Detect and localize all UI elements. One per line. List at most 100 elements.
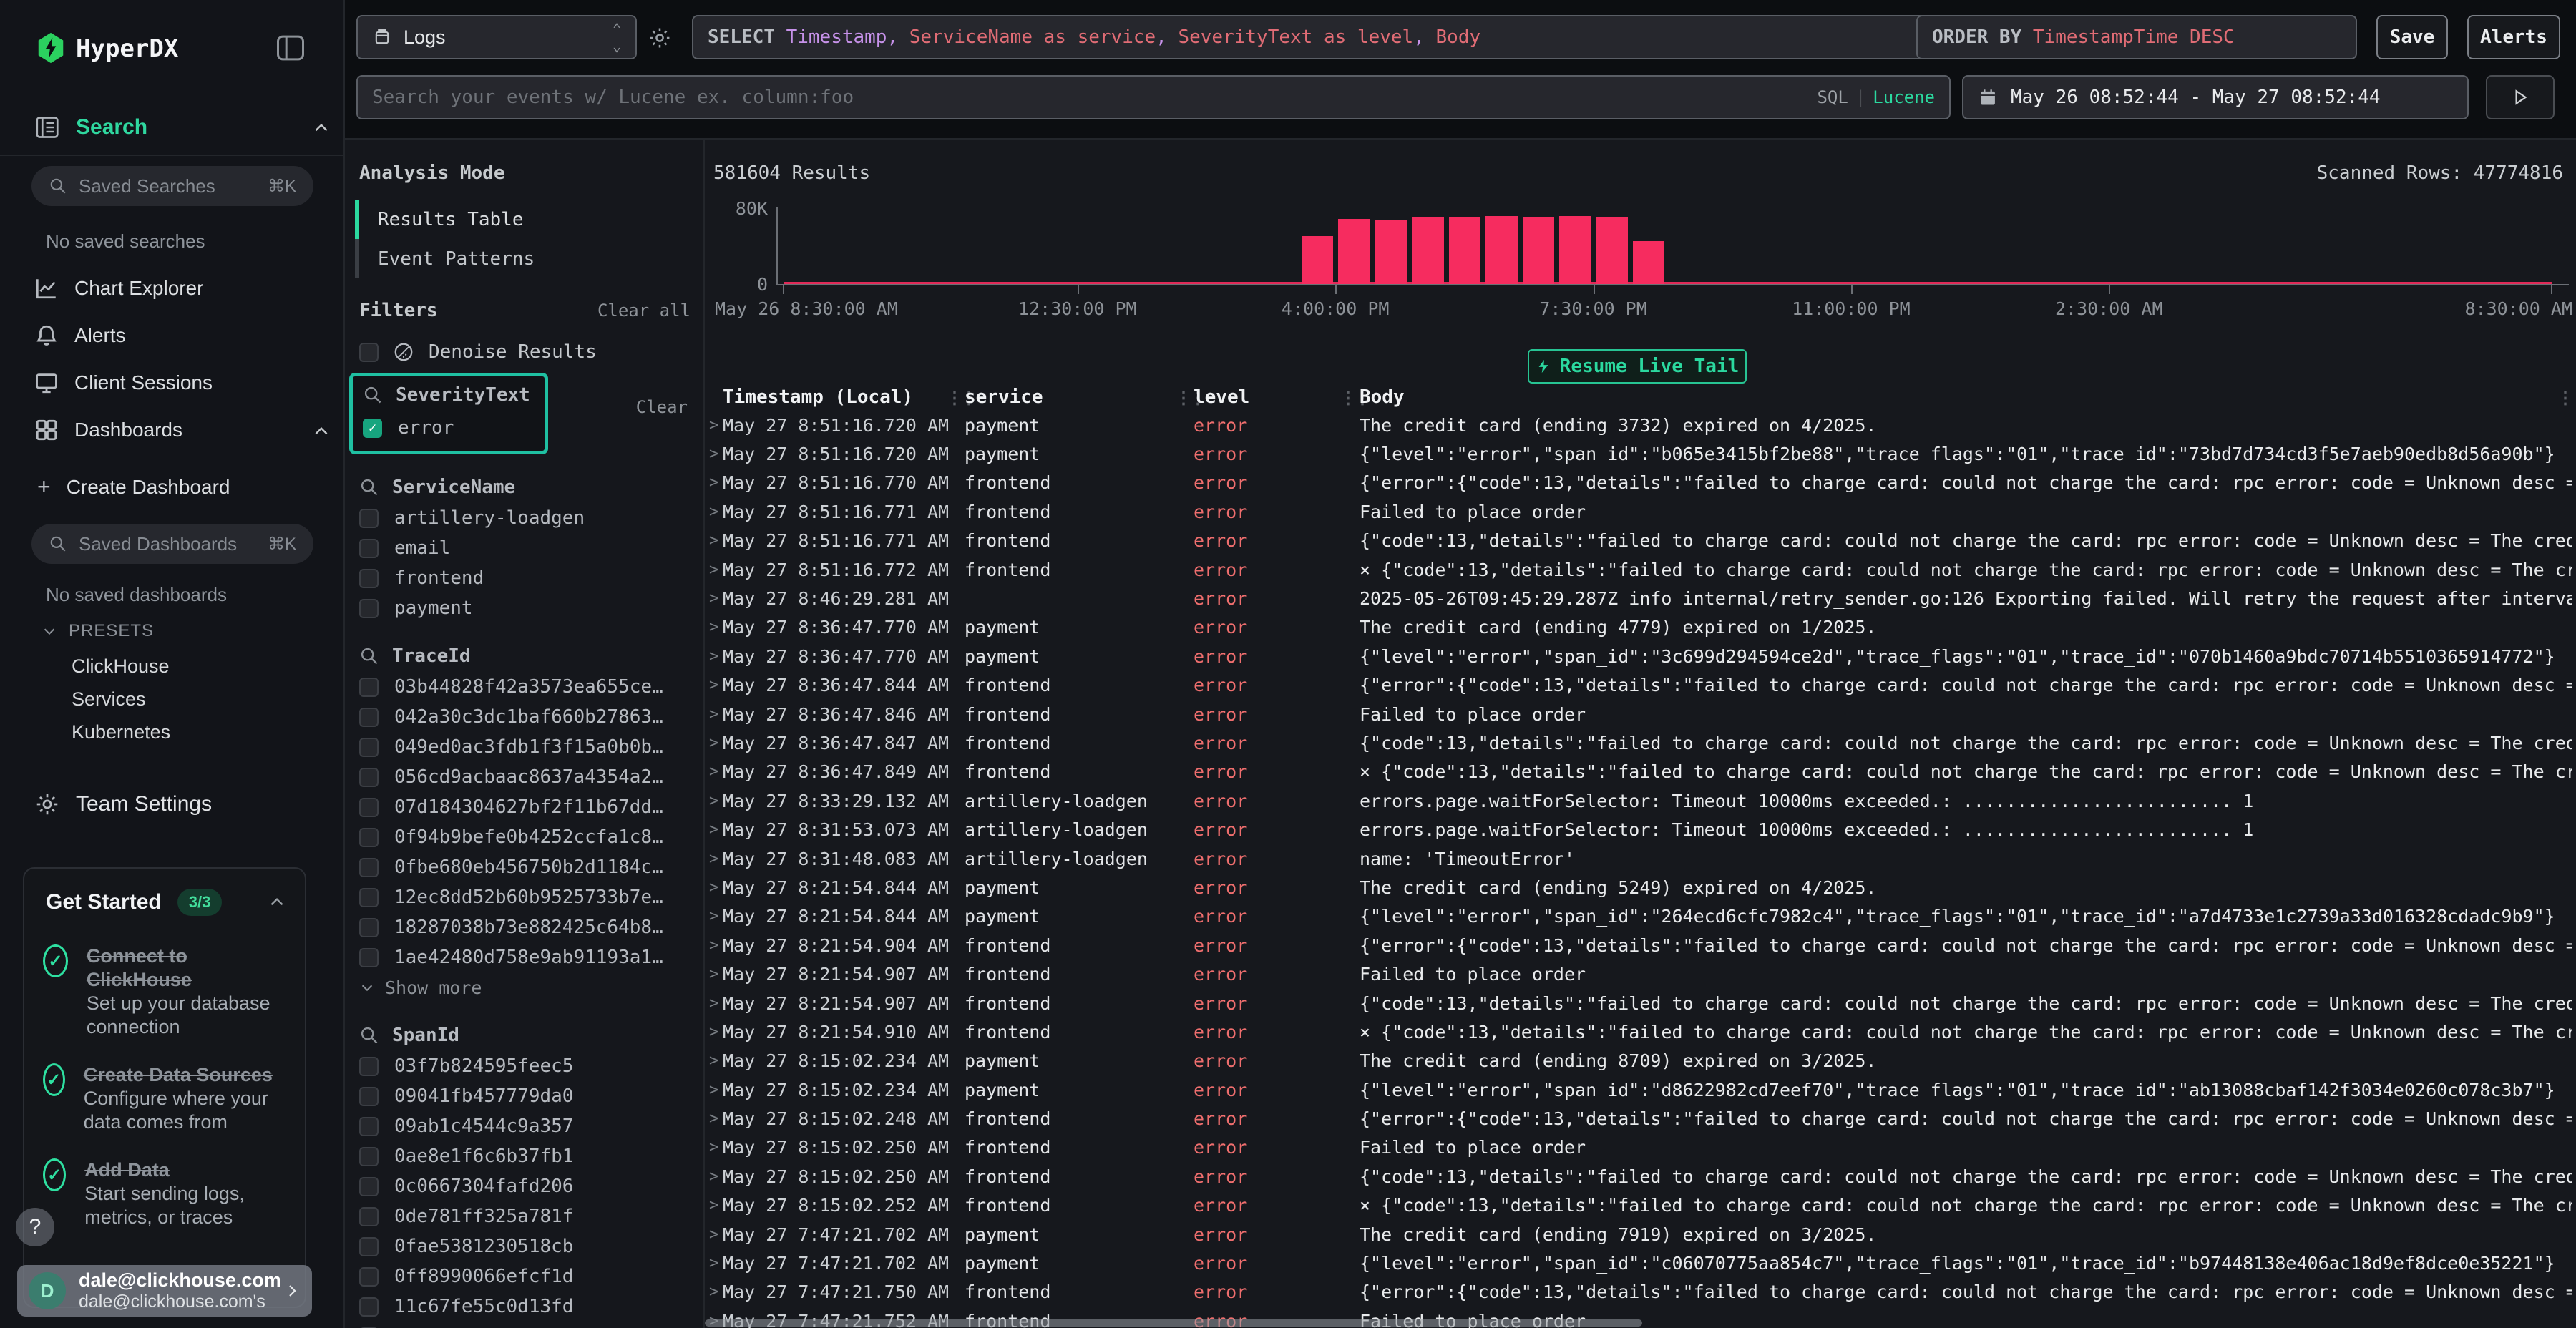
preset-kubernetes[interactable]: Kubernetes — [72, 721, 170, 743]
table-row[interactable]: >May 27 7:47:21.702 AMpaymenterrorThe cr… — [705, 1220, 2576, 1249]
table-row[interactable]: >May 27 8:36:47.844 AMfrontenderror{"err… — [705, 671, 2576, 700]
row-expand-chevron-icon[interactable]: > — [709, 821, 718, 839]
table-row[interactable]: >May 27 8:21:54.907 AMfrontenderrorFaile… — [705, 960, 2576, 988]
table-row[interactable]: >May 27 8:51:16.771 AMfrontenderror{"cod… — [705, 527, 2576, 555]
table-row[interactable]: >May 27 8:51:16.770 AMfrontenderror{"err… — [705, 469, 2576, 497]
resume-live-tail-button[interactable]: Resume Live Tail — [1528, 349, 1747, 384]
filter-option-label[interactable]: 0fae5381230518cb — [394, 1236, 573, 1257]
filter-option-label[interactable]: 12ec8dd52b60b9525733b7e… — [394, 887, 663, 908]
sidebar-item-client-sessions[interactable]: Client Sessions — [34, 371, 213, 395]
histogram-bar[interactable] — [1412, 217, 1443, 284]
filter-checkbox[interactable] — [359, 1147, 379, 1166]
col-body[interactable]: Body — [1360, 386, 1405, 408]
source-select[interactable]: Logs ⌃⌄ — [356, 15, 637, 59]
presets-toggle[interactable]: PRESETS — [42, 621, 154, 641]
table-row[interactable]: >May 27 7:47:21.702 AMpaymenterror{"leve… — [705, 1249, 2576, 1277]
filter-option-label[interactable]: email — [394, 537, 450, 559]
table-row[interactable]: >May 27 8:36:47.770 AMpaymenterrorThe cr… — [705, 613, 2576, 642]
histogram-bar[interactable] — [1633, 241, 1664, 284]
table-row[interactable]: >May 27 8:46:29.281 AMerror2025-05-26T09… — [705, 584, 2576, 612]
preset-clickhouse[interactable]: ClickHouse — [72, 655, 170, 678]
table-row[interactable]: >May 27 8:31:53.073 AMartillery-loadgene… — [705, 815, 2576, 844]
source-settings-gear-icon[interactable] — [648, 26, 672, 50]
row-expand-chevron-icon[interactable]: > — [709, 1110, 718, 1128]
histogram-bar[interactable] — [1596, 217, 1628, 284]
language-toggle[interactable]: SQL|Lucene — [1817, 87, 1935, 107]
row-expand-chevron-icon[interactable]: > — [709, 706, 718, 723]
filter-option-label[interactable]: 049ed0ac3fdb1f3f15a0b0b… — [394, 736, 663, 758]
sidebar-item-dashboards[interactable]: Dashboards — [34, 418, 182, 442]
filter-option-label[interactable]: 0ae8e1f6c6b37fb1 — [394, 1146, 573, 1167]
table-row[interactable]: >May 27 8:36:47.846 AMfrontenderrorFaile… — [705, 700, 2576, 728]
histogram-bar[interactable] — [1449, 217, 1480, 284]
chevron-up-icon[interactable] — [312, 119, 331, 137]
histogram-bar[interactable] — [1485, 216, 1517, 284]
table-row[interactable]: >May 27 8:15:02.250 AMfrontenderrorFaile… — [705, 1133, 2576, 1162]
saved-dashboards-input[interactable]: Saved Dashboards ⌘K — [31, 524, 313, 564]
row-expand-chevron-icon[interactable]: > — [709, 445, 718, 463]
lucene-search-input[interactable]: Search your events w/ Lucene ex. column:… — [356, 75, 1951, 119]
sidebar-item-chart-explorer[interactable]: Chart Explorer — [34, 276, 204, 301]
filter-checkbox[interactable] — [359, 1267, 379, 1286]
table-row[interactable]: >May 27 8:51:16.720 AMpaymenterrorThe cr… — [705, 411, 2576, 439]
filter-option-label[interactable]: 056cd9acbaac8637a4354a2… — [394, 766, 663, 788]
get-started-step-3[interactable]: ✓ Add Data Start sending logs, metrics, … — [24, 1134, 305, 1229]
horizontal-scrollbar[interactable] — [705, 1319, 1642, 1327]
table-row[interactable]: >May 27 8:15:02.252 AMfrontenderror× {"c… — [705, 1191, 2576, 1220]
show-more-button[interactable]: Show more — [345, 972, 703, 1002]
user-menu[interactable]: D dale@clickhouse.com dale@clickhouse.co… — [17, 1265, 312, 1317]
row-expand-chevron-icon[interactable]: > — [709, 618, 718, 636]
filter-checkbox[interactable] — [359, 768, 379, 787]
table-row[interactable]: >May 27 8:21:54.904 AMfrontenderror{"err… — [705, 931, 2576, 960]
col-service[interactable]: service — [965, 386, 1043, 408]
filter-checkbox[interactable] — [359, 1237, 379, 1256]
row-expand-chevron-icon[interactable]: > — [709, 1023, 718, 1041]
table-row[interactable]: >May 27 7:47:21.750 AMfrontenderror{"err… — [705, 1278, 2576, 1307]
filter-option-label[interactable]: frontend — [394, 567, 484, 589]
analysis-mode-results-table[interactable]: Results Table — [355, 200, 703, 239]
filter-option-label[interactable]: 03b44828f42a3573ea655ce… — [394, 676, 663, 698]
row-expand-chevron-icon[interactable]: > — [709, 1196, 718, 1214]
table-options-icon[interactable]: ⋮⋮ — [2557, 388, 2576, 408]
histogram-bar[interactable] — [1302, 236, 1333, 284]
table-row[interactable]: >May 27 8:36:47.770 AMpaymenterror{"leve… — [705, 642, 2576, 670]
filter-option-label[interactable]: 03f7b824595feec5 — [394, 1055, 573, 1077]
filter-option-label[interactable]: 09ab1c4544c9a357 — [394, 1115, 573, 1137]
help-button[interactable]: ? — [16, 1208, 54, 1246]
filter-option-label[interactable]: 07d184304627bf2f11b67dd… — [394, 796, 663, 818]
filter-option-label[interactable]: 0de781ff325a781f — [394, 1206, 573, 1227]
results-histogram[interactable] — [776, 208, 2569, 284]
denoise-toggle[interactable]: Denoise Results — [359, 341, 703, 363]
get-started-step-1[interactable]: ✓ Connect toClickHouse Set up your datab… — [24, 916, 305, 1039]
row-expand-chevron-icon[interactable]: > — [709, 734, 718, 752]
filter-checkbox[interactable] — [359, 918, 379, 937]
filter-checkbox[interactable] — [359, 1297, 379, 1317]
filter-checkbox[interactable] — [359, 539, 379, 558]
table-row[interactable]: >May 27 8:51:16.720 AMpaymenterror{"leve… — [705, 439, 2576, 468]
filter-checkbox[interactable] — [359, 1087, 379, 1106]
filter-checkbox[interactable] — [359, 738, 379, 757]
table-row[interactable]: >May 27 8:21:54.844 AMpaymenterror{"leve… — [705, 902, 2576, 931]
row-expand-chevron-icon[interactable]: > — [709, 676, 718, 694]
filter-checkbox[interactable] — [359, 1117, 379, 1136]
filter-option-label[interactable]: 0fbe680eb456750b2d1184c… — [394, 856, 663, 878]
filter-option-label[interactable]: payment — [394, 597, 473, 619]
histogram-bar[interactable] — [1523, 217, 1554, 284]
date-range-picker[interactable]: May 26 08:52:44 - May 27 08:52:44 — [1962, 75, 2469, 119]
row-expand-chevron-icon[interactable]: > — [709, 1168, 718, 1186]
filter-option-label[interactable]: error — [398, 417, 454, 439]
col-timestamp[interactable]: Timestamp (Local) — [723, 386, 913, 408]
table-row[interactable]: >May 27 8:36:47.849 AMfrontenderror× {"c… — [705, 758, 2576, 786]
table-row[interactable]: >May 27 8:15:02.250 AMfrontenderror{"cod… — [705, 1162, 2576, 1191]
row-expand-chevron-icon[interactable]: > — [709, 648, 718, 665]
sidebar-item-alerts[interactable]: Alerts — [34, 323, 126, 348]
run-query-button[interactable] — [2486, 75, 2555, 119]
filter-checkbox[interactable] — [359, 509, 379, 528]
histogram-bar[interactable] — [1559, 216, 1591, 284]
table-row[interactable]: >May 27 8:21:54.907 AMfrontenderror{"cod… — [705, 989, 2576, 1017]
table-row[interactable]: >May 27 8:36:47.847 AMfrontenderror{"cod… — [705, 728, 2576, 757]
row-expand-chevron-icon[interactable]: > — [709, 937, 718, 954]
row-expand-chevron-icon[interactable]: > — [709, 995, 718, 1012]
denoise-checkbox[interactable] — [359, 343, 379, 362]
histogram-bar[interactable] — [1338, 219, 1370, 284]
